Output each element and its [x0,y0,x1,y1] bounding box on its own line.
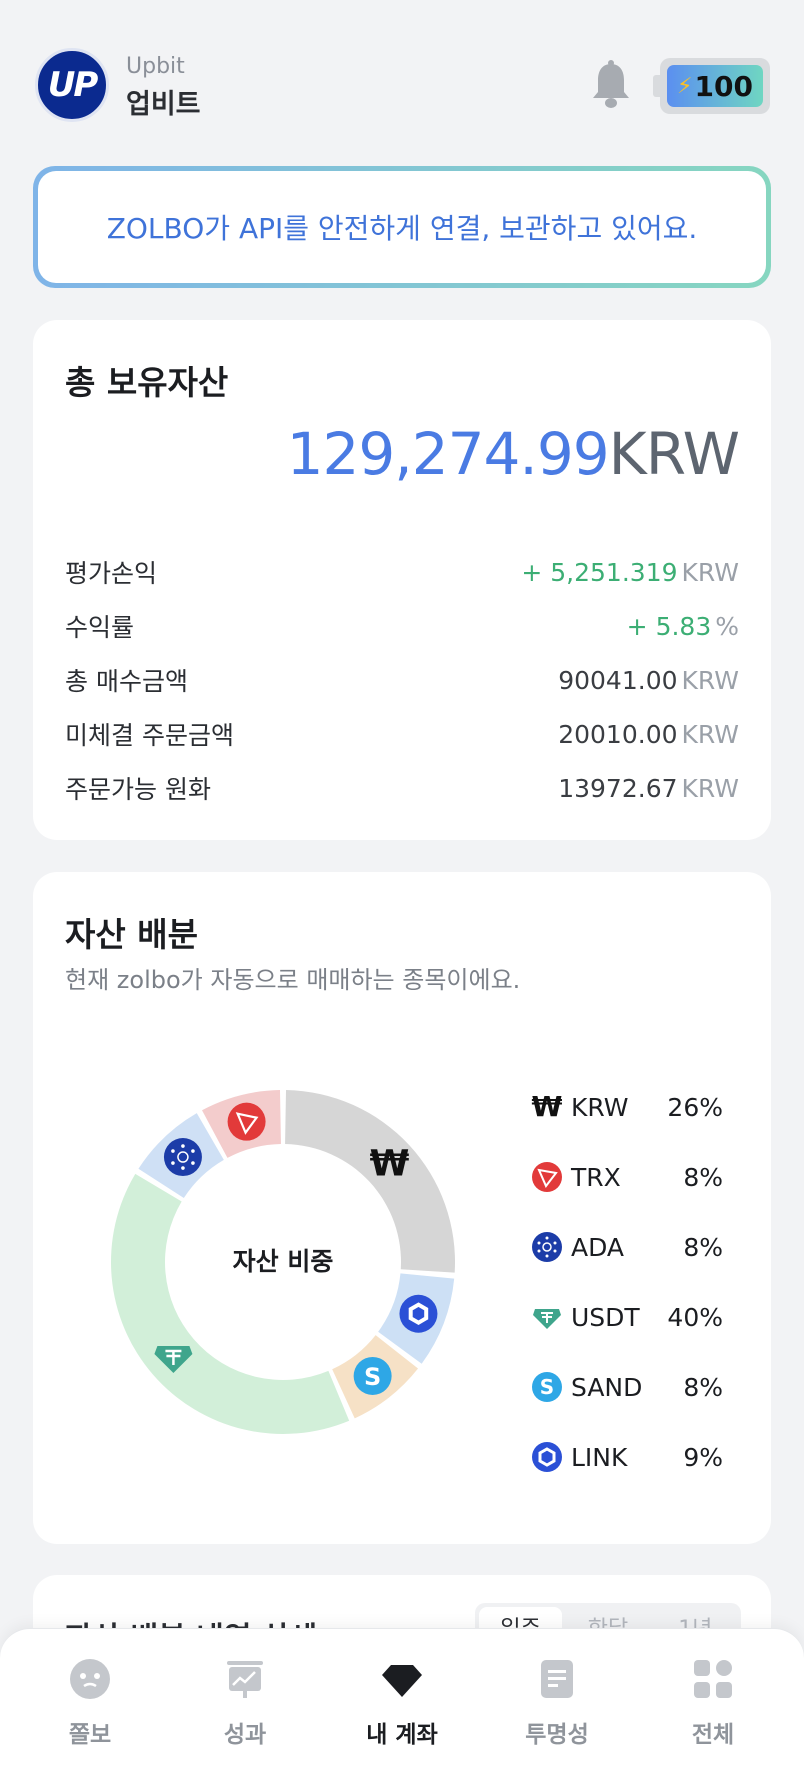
row-label: 주문가능 원화 [65,775,211,804]
legend-item-sand: S SAND 8% [531,1352,731,1422]
nav-label: 전체 [691,1722,735,1748]
legend-pct: 8% [683,1162,723,1192]
legend-item-ada: ADA 8% [531,1212,731,1282]
svg-text:₩: ₩ [370,1144,410,1185]
legend-item-trx: TRX 8% [531,1142,731,1212]
legend-item-usdt: USDT 40% [531,1282,731,1352]
api-notice-banner: ZOLBO가 API를 안전하게 연결, 보관하고 있어요. [33,166,771,288]
row-profit: 평가손익 + 5,251.319 KRW [65,552,739,592]
nav-item-zolbo[interactable]: 쫄보 [30,1657,150,1757]
donut-slice-icon-ada [163,1138,202,1177]
document-icon [541,1660,573,1698]
row-value: + 5.83% [626,611,739,641]
row-value: + 5,251.319 KRW [521,557,739,587]
row-label: 수익률 [65,613,135,642]
row-label: 미체결 주문금액 [65,721,234,750]
row-return-rate: 수익률 + 5.83% [65,606,739,646]
nav-item-my-account[interactable]: 내 계좌 [342,1657,462,1757]
legend-name: SAND [571,1372,643,1402]
donut-slice-usdt [110,1173,350,1434]
allocation-legend: ₩ KRW 26% TRX 8% ADA 8% USDT 40% S SAND … [531,1072,731,1492]
allocation-title: 자산 배분 [65,915,198,954]
brand-name-en: Upbit [126,54,185,79]
donut-slice-icon-sand: S [353,1356,392,1395]
legend-name: ADA [571,1232,625,1262]
donut-slice-icon-link [399,1294,438,1333]
bell-icon[interactable] [590,60,632,110]
bolt-icon: ⚡ [677,73,693,99]
nav-label: 투명성 [525,1722,589,1748]
row-label: 평가손익 [65,559,158,588]
api-notice-text: ZOLBO가 API를 안전하게 연결, 보관하고 있어요. [38,171,766,283]
total-assets-unit: KRW [608,420,740,488]
sandbox-icon: S [532,1372,562,1402]
legend-pct: 26% [667,1092,723,1122]
legend-name: KRW [571,1092,629,1122]
donut-slice-icon-krw: ₩ [370,1144,410,1185]
nav-label: 성과 [223,1722,267,1748]
donut-center-label: 자산 비중 [233,1247,334,1276]
row-value: 90041.00 KRW [558,665,739,695]
legend-pct: 9% [683,1442,723,1472]
brand-name-ko: 업비트 [126,89,201,120]
row-value: 13972.67 KRW [558,773,739,803]
allocation-card: 자산 배분 현재 zolbo가 자동으로 매매하는 종목이에요. ₩ S 자산 비중… [33,872,771,1544]
svg-text:S: S [364,1363,381,1391]
legend-name: USDT [571,1302,640,1332]
legend-item-krw: ₩ KRW 26% [531,1072,731,1142]
upbit-logo: UP [35,48,109,122]
row-label: 총 매수금액 [65,667,188,696]
nav-item-performance[interactable]: 성과 [185,1657,305,1757]
svg-text:₩: ₩ [532,1091,563,1123]
diamond-icon [382,1665,422,1697]
svg-text:S: S [540,1375,554,1399]
allocation-donut-chart: ₩ S 자산 비중 [110,1090,455,1434]
bottom-nav: 쫄보 성과 내 계좌 투명성 전체 [0,1628,804,1782]
battery-level: ⚡ 100 [667,65,763,107]
header: UP Upbit 업비트 ⚡ 100 [0,0,804,165]
row-pending-orders: 미체결 주문금액 20010.00 KRW [65,714,739,754]
nav-item-transparency[interactable]: 투명성 [497,1657,617,1757]
legend-pct: 40% [667,1302,723,1332]
legend-name: TRX [571,1162,621,1192]
zolbo-face-icon [70,1659,110,1699]
battery-value: 100 [694,69,753,103]
row-available-krw: 주문가능 원화 13972.67 KRW [65,768,739,808]
holdings-title: 총 보유자산 [65,363,229,402]
legend-pct: 8% [683,1232,723,1262]
grid-icon [694,1660,732,1698]
nav-label: 쫄보 [68,1722,112,1748]
holdings-card: 총 보유자산 129,274.99KRW 평가손익 + 5,251.319 KRW… [33,320,771,840]
chart-board-icon [227,1661,263,1698]
row-value: 20010.00 KRW [558,719,739,749]
chainlink-icon [532,1442,562,1472]
legend-name: LINK [571,1442,628,1472]
row-total-buy: 총 매수금액 90041.00 KRW [65,660,739,700]
legend-item-link: LINK 9% [531,1422,731,1492]
allocation-subtitle: 현재 zolbo가 자동으로 매매하는 종목이에요. [65,966,521,994]
nav-label: 내 계좌 [366,1722,438,1748]
total-assets: 129,274.99KRW [286,420,740,488]
tether-icon [533,1309,561,1329]
nav-item-all[interactable]: 전체 [653,1657,773,1757]
legend-pct: 8% [683,1372,723,1402]
tron-icon [532,1162,562,1192]
donut-slice-icon-trx [227,1102,266,1141]
won-icon: ₩ [532,1091,563,1123]
cardano-icon [532,1232,562,1262]
total-assets-value: 129,274.99 [286,420,610,488]
energy-battery[interactable]: ⚡ 100 [660,58,770,114]
